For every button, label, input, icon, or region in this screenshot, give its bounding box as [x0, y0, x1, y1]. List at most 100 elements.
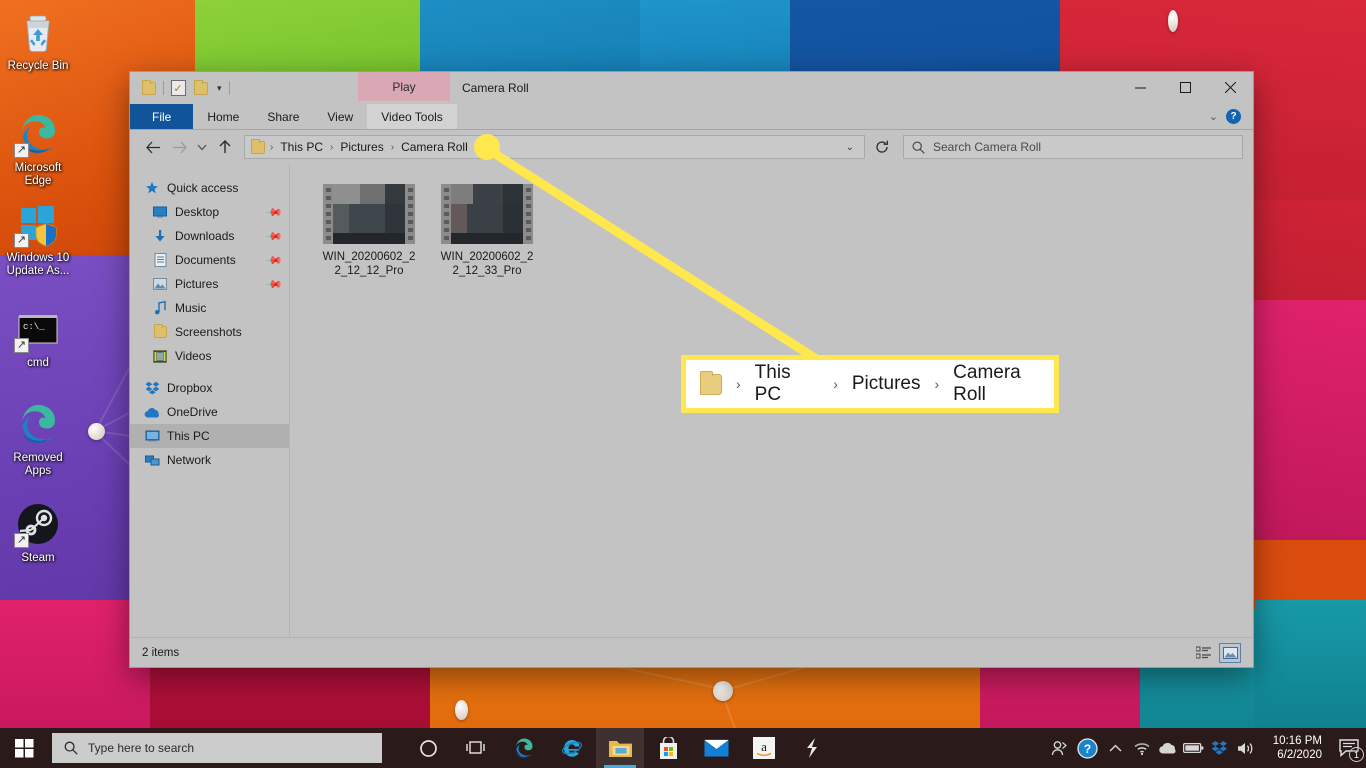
- tab-view[interactable]: View: [313, 104, 367, 129]
- maximize-button[interactable]: [1163, 72, 1208, 102]
- desktop-icon-microsoft-edge[interactable]: ↗ Microsoft Edge: [0, 110, 76, 188]
- search-icon: [64, 741, 78, 755]
- large-icons-view-button[interactable]: [1219, 642, 1241, 663]
- taskbar-item-internet-explorer[interactable]: [548, 728, 596, 768]
- sidebar-item-label: Screenshots: [175, 325, 242, 339]
- up-button[interactable]: [212, 134, 238, 160]
- start-button[interactable]: [0, 728, 48, 768]
- forward-button[interactable]: [166, 134, 192, 160]
- breadcrumb-separator: ›: [934, 376, 940, 392]
- umbrella-hub: [88, 423, 105, 440]
- desktop-icon-cmd[interactable]: c:\_ ↗ cmd: [0, 305, 76, 370]
- qat-properties-button[interactable]: ✓: [169, 79, 187, 97]
- taskbar-item-mail[interactable]: [692, 728, 740, 768]
- folder-icon: [251, 138, 265, 154]
- sidebar-item-this-pc[interactable]: This PC: [130, 424, 289, 448]
- taskbar-item-s-app[interactable]: [788, 728, 836, 768]
- taskbar-item-microsoft-edge[interactable]: [500, 728, 548, 768]
- sidebar-item-pictures[interactable]: Pictures 📌: [130, 272, 289, 296]
- qat-folder-button[interactable]: [140, 79, 158, 97]
- battery-icon[interactable]: [1181, 728, 1207, 768]
- desktop-icon-steam[interactable]: ↗ Steam: [0, 500, 76, 565]
- details-view-button[interactable]: [1193, 643, 1215, 663]
- umbrella-hub: [455, 700, 468, 720]
- sidebar-item-label: Network: [167, 453, 212, 467]
- breadcrumb-separator: ›: [833, 376, 838, 392]
- tab-play[interactable]: Play: [358, 72, 450, 101]
- sidebar-item-videos[interactable]: Videos: [130, 344, 289, 368]
- search-input[interactable]: Search Camera Roll: [903, 135, 1243, 159]
- sidebar-item-network[interactable]: Network: [130, 448, 289, 472]
- quick-access-toolbar: ✓ ▾: [130, 72, 230, 104]
- sidebar-item-label: Quick access: [167, 181, 239, 195]
- wifi-icon[interactable]: [1129, 728, 1155, 768]
- tab-group-video-tools[interactable]: Video Tools: [367, 104, 457, 129]
- sidebar-item-label: Videos: [175, 349, 212, 363]
- help-icon[interactable]: ?: [1073, 728, 1103, 768]
- back-button[interactable]: [140, 134, 166, 160]
- sidebar-item-screenshots[interactable]: Screenshots: [130, 320, 289, 344]
- action-center-button[interactable]: 1: [1332, 728, 1366, 768]
- chevron-down-icon[interactable]: ⌄: [846, 142, 858, 153]
- sidebar-item-desktop[interactable]: Desktop 📌: [130, 200, 289, 224]
- chevron-down-icon[interactable]: ▾: [215, 83, 224, 94]
- desktop-icon: [152, 204, 168, 220]
- window-title: Camera Roll: [462, 72, 529, 104]
- sidebar-item-documents[interactable]: Documents 📌: [130, 248, 289, 272]
- sidebar-item-dropbox[interactable]: Dropbox: [130, 376, 289, 400]
- shortcut-arrow-icon: ↗: [14, 533, 29, 548]
- sidebar-item-music[interactable]: Music: [130, 296, 289, 320]
- video-icon: [152, 348, 168, 364]
- taskbar-item-file-explorer[interactable]: [596, 728, 644, 768]
- file-item[interactable]: WIN_20200602_2 2_12_12_Pro: [310, 180, 428, 282]
- breadcrumb[interactable]: › This PC › Pictures › Camera Roll ⌄: [244, 135, 865, 159]
- taskbar-search-input[interactable]: Type here to search: [52, 733, 382, 763]
- desktop-icon-label: Recycle Bin: [7, 60, 69, 72]
- taskbar-item-amazon[interactable]: a: [740, 728, 788, 768]
- sidebar-item-label: Pictures: [175, 277, 219, 291]
- show-hidden-icons-button[interactable]: [1103, 728, 1129, 768]
- onedrive-icon[interactable]: [1155, 728, 1181, 768]
- cmd-icon: c:\_ ↗: [14, 305, 62, 353]
- shortcut-arrow-icon: ↗: [14, 143, 29, 158]
- tab-file[interactable]: File: [130, 104, 194, 129]
- refresh-button[interactable]: [869, 135, 895, 159]
- sidebar-item-onedrive[interactable]: OneDrive: [130, 400, 289, 424]
- file-item[interactable]: WIN_20200602_2 2_12_33_Pro: [428, 180, 546, 282]
- minimize-button[interactable]: [1118, 72, 1163, 102]
- sidebar-item-downloads[interactable]: Downloads 📌: [130, 224, 289, 248]
- file-name-line2: 2_12_12_Pro: [334, 265, 404, 277]
- sidebar-item-quick-access[interactable]: Quick access: [130, 176, 289, 200]
- tab-share[interactable]: Share: [253, 104, 313, 129]
- desktop-icon-removed-apps[interactable]: Removed Apps: [0, 400, 76, 478]
- s-app-icon: [807, 738, 817, 758]
- taskbar-item-microsoft-store[interactable]: [644, 728, 692, 768]
- dropbox-icon[interactable]: [1207, 728, 1233, 768]
- help-icon[interactable]: ?: [1226, 109, 1241, 124]
- taskbar-item-task-view[interactable]: [452, 728, 500, 768]
- cortana-icon: [419, 739, 437, 757]
- item-count: 2 items: [142, 646, 180, 659]
- tab-home[interactable]: Home: [193, 104, 253, 129]
- desktop-icon-windows-update-assistant[interactable]: ↗ Windows 10 Update As...: [0, 200, 76, 278]
- breadcrumb-item-pictures[interactable]: Pictures: [335, 140, 388, 154]
- breadcrumb-item-this-pc[interactable]: This PC: [275, 140, 328, 154]
- system-tray: ?: [1047, 728, 1265, 768]
- music-note-icon: [152, 300, 168, 316]
- people-icon[interactable]: [1047, 728, 1073, 768]
- desktop-icon-recycle-bin[interactable]: Recycle Bin: [0, 8, 76, 73]
- search-placeholder: Search Camera Roll: [933, 140, 1042, 154]
- qat-new-folder-button[interactable]: [192, 79, 210, 97]
- taskbar-item-cortana[interactable]: [404, 728, 452, 768]
- properties-icon: ✓: [170, 80, 186, 96]
- address-bar: › This PC › Pictures › Camera Roll ⌄ Sea…: [130, 130, 1253, 164]
- taskbar-search-placeholder: Type here to search: [88, 741, 195, 755]
- breadcrumb-item-camera-roll[interactable]: Camera Roll: [396, 140, 473, 154]
- chevron-down-icon[interactable]: ⌄: [1209, 110, 1218, 123]
- recent-locations-button[interactable]: [192, 134, 212, 160]
- close-button[interactable]: [1208, 72, 1253, 102]
- clock[interactable]: 10:16 PM 6/2/2020: [1265, 734, 1332, 762]
- file-name-line1: WIN_20200602_2: [440, 251, 534, 263]
- pin-icon: 📌: [264, 227, 283, 246]
- volume-icon[interactable]: [1233, 728, 1259, 768]
